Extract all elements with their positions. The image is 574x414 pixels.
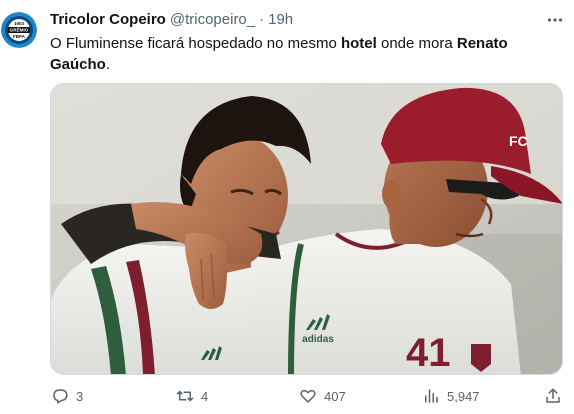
tweet-actions: 3 4 407 5,947: [50, 383, 563, 409]
tweet-timestamp[interactable]: 19h: [268, 11, 293, 28]
shirt-number-text: 41: [406, 331, 451, 375]
cap-logo-text: FC: [509, 133, 528, 149]
reply-count: 3: [76, 388, 84, 404]
retweet-count: 4: [201, 388, 209, 404]
avatar[interactable]: 1903 GRÊMIO FBPA: [1, 12, 37, 48]
share-button[interactable]: [543, 383, 563, 409]
more-dots-icon: [547, 18, 563, 22]
views-count: 5,947: [447, 388, 480, 404]
views-button[interactable]: 5,947: [421, 383, 480, 409]
avatar-state-text: FBPA: [13, 34, 26, 39]
retweet-icon: [175, 386, 195, 406]
photo-icon: adidas 41 FC: [51, 84, 562, 375]
tweet-text-bold-hotel: hotel: [340, 35, 377, 52]
reply-icon: [50, 386, 70, 406]
avatar-year-text: 1903: [14, 21, 25, 26]
views-chart-icon: [421, 386, 441, 406]
gremio-crest-icon: 1903 GRÊMIO FBPA: [1, 12, 37, 48]
tweet-text-part3: .: [105, 56, 111, 73]
tweet-header: Tricolor Copeiro @tricopeiro_ · 19h: [50, 9, 293, 29]
shirt-brand-text: adidas: [302, 334, 334, 345]
tweet-text: O Fluminense ficará hospedado no mesmo h…: [50, 33, 550, 75]
like-count: 407: [324, 388, 346, 404]
reply-button[interactable]: 3: [50, 383, 83, 409]
tweet-text-part2: onde mora: [376, 35, 457, 52]
separator-dot: ·: [259, 10, 265, 28]
like-button[interactable]: 407: [298, 383, 346, 409]
author-handle[interactable]: @tricopeiro_: [170, 11, 255, 28]
tweet-card[interactable]: 1903 GRÊMIO FBPA Tricolor Copeiro @trico…: [0, 0, 574, 414]
heart-icon: [298, 386, 318, 406]
more-options-button[interactable]: [545, 10, 565, 30]
author-name[interactable]: Tricolor Copeiro: [50, 11, 166, 28]
tweet-text-part1: O Fluminense ficará hospedado no mesmo: [50, 35, 341, 52]
avatar-club-text: GRÊMIO: [10, 26, 29, 33]
tweet-photo[interactable]: adidas 41 FC: [50, 83, 563, 375]
share-icon: [543, 386, 563, 406]
retweet-button[interactable]: 4: [175, 383, 208, 409]
